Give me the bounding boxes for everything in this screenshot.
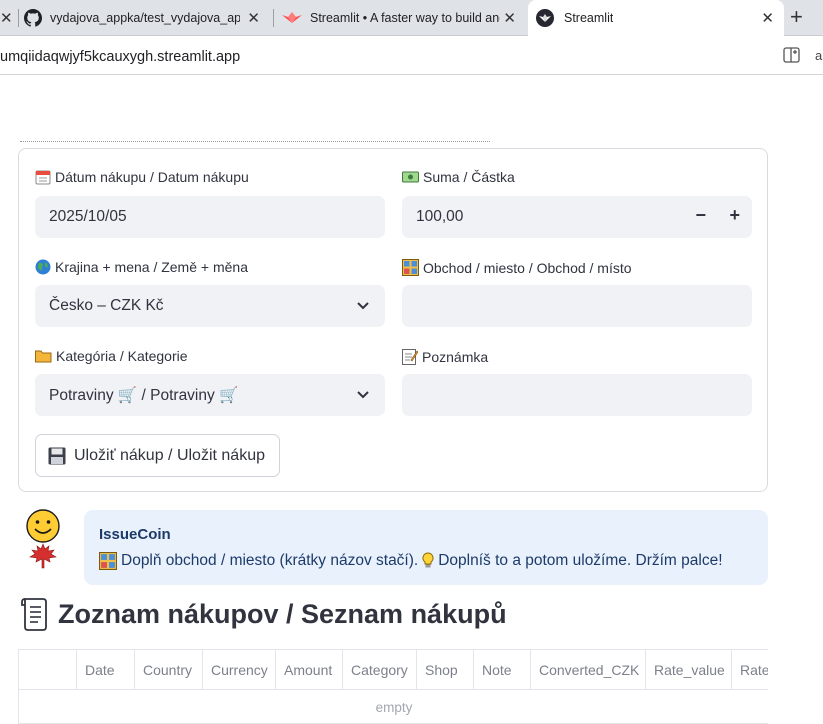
chevron-down-icon[interactable]	[355, 386, 371, 402]
table-index-header	[19, 650, 77, 690]
tab-close-button[interactable]: ✕	[0, 9, 13, 27]
chevron-down-icon[interactable]	[355, 297, 371, 313]
column-header-date[interactable]: Date	[77, 650, 135, 690]
date-value: 2025/10/05	[49, 208, 127, 225]
shop-input[interactable]	[402, 285, 752, 327]
shop-icon	[402, 259, 419, 276]
shop-icon	[99, 552, 117, 570]
category-value: Potraviny 🛒 / Potraviny 🛒	[49, 386, 239, 404]
folder-icon	[35, 350, 52, 363]
column-header-shop[interactable]: Shop	[417, 650, 474, 690]
decrement-button[interactable]: −	[695, 205, 706, 226]
table-empty-state: empty	[375, 700, 413, 715]
read-aloud-icon[interactable]: a	[815, 48, 822, 63]
column-header-label: Date	[85, 662, 115, 678]
close-icon[interactable]: ✕	[247, 9, 260, 27]
column-header-label: Rate	[740, 662, 768, 678]
note-label-text: Poznámka	[422, 348, 489, 365]
country-label: Krajina + mena / Země + měna	[35, 259, 248, 275]
column-header-country[interactable]: Country	[135, 650, 203, 690]
streamlit-icon	[282, 12, 302, 23]
column-header-label: Rate_value	[654, 662, 725, 678]
date-label: Dátum nákupu / Datum nákupu	[35, 169, 249, 185]
column-header-label: Amount	[284, 662, 333, 678]
tab-streamlit-home[interactable]: Streamlit • A faster way to build and sh…	[278, 0, 524, 36]
tab-title: Streamlit • A faster way to build and sh…	[310, 11, 500, 25]
country-value: Česko – CZK Kč	[49, 297, 164, 314]
github-icon	[24, 9, 42, 27]
chat-message-text: Doplň obchod / miesto (krátky názov stač…	[99, 552, 723, 570]
new-tab-button[interactable]: +	[790, 4, 803, 30]
split-view-icon[interactable]	[783, 47, 800, 63]
shop-label-text: Obchod / miesto / Obchod / místo	[423, 259, 632, 276]
tab-title: vydajova_appka/test_vydajova_appka	[50, 11, 240, 25]
globe-icon	[35, 259, 51, 275]
shop-label: Obchod / miesto / Obchod / místo	[402, 259, 632, 276]
column-header-currency[interactable]: Currency	[203, 650, 276, 690]
note-label: Poznámka	[402, 348, 488, 365]
tab-separator	[273, 9, 274, 27]
floppy-disk-icon	[48, 447, 66, 464]
table-header: Date Country Currency Amount Category Sh…	[19, 650, 768, 690]
close-icon[interactable]: ✕	[761, 9, 774, 27]
clipped-text-line	[20, 138, 500, 144]
chat-message: IssueCoin Doplň obchod / miesto (krátky …	[84, 510, 768, 585]
streamlit-page: Dátum nákupu / Datum nákupu 2025/10/05 S…	[0, 76, 823, 724]
date-input[interactable]: 2025/10/05	[35, 196, 385, 238]
chat-message-part2: Doplníš to a potom uložíme. Držím palce!	[438, 552, 723, 569]
calendar-icon	[35, 170, 51, 185]
streamlit-icon	[536, 9, 554, 27]
category-label: Kategória / Kategorie	[35, 348, 188, 364]
save-purchase-button[interactable]: Uložiť nákup / Uložit nákup	[35, 434, 280, 477]
smiley-maple-avatar-icon	[26, 509, 60, 569]
tab-github[interactable]: vydajova_appka/test_vydajova_appka ✕	[22, 0, 268, 36]
column-header-amount[interactable]: Amount	[276, 650, 343, 690]
column-header-category[interactable]: Category	[343, 650, 417, 690]
chat-message-part1: Doplň obchod / miesto (krátky názov stač…	[121, 552, 419, 569]
amount-label-text: Suma / Částka	[423, 169, 515, 185]
tab-title: Streamlit	[564, 11, 614, 25]
tab-separator	[18, 9, 19, 27]
country-label-text: Krajina + mena / Země + měna	[55, 259, 248, 275]
purchase-form: Dátum nákupu / Datum nákupu 2025/10/05 S…	[18, 148, 768, 492]
amount-label: Suma / Částka	[402, 169, 515, 185]
light-bulb-icon	[422, 552, 434, 568]
column-header-rate-value[interactable]: Rate_value	[646, 650, 732, 690]
chat-sender-name: IssueCoin	[99, 526, 171, 543]
amount-value: 100,00	[416, 208, 464, 225]
url-text[interactable]: umqiidaqwjyf5kcauxygh.streamlit.app	[0, 49, 240, 65]
date-label-text: Dátum nákupu / Datum nákupu	[55, 169, 249, 185]
column-header-label: Converted_CZK	[539, 662, 640, 678]
note-input[interactable]	[402, 374, 752, 416]
amount-input[interactable]: 100,00 − +	[402, 196, 752, 238]
column-header-label: Shop	[425, 662, 458, 678]
browser-tabbar: ✕ vydajova_appka/test_vydajova_appka ✕ S…	[0, 0, 823, 36]
column-header-rate[interactable]: Rate	[732, 650, 768, 690]
scroll-icon	[21, 598, 47, 631]
purchase-list-heading: Zoznam nákupov / Seznam nákupů	[20, 597, 507, 631]
column-header-note[interactable]: Note	[474, 650, 531, 690]
address-bar[interactable]: umqiidaqwjyf5kcauxygh.streamlit.app a	[0, 37, 823, 75]
tab-streamlit-active[interactable]: Streamlit ✕	[528, 0, 784, 36]
memo-icon	[402, 349, 418, 365]
category-label-text: Kategória / Kategorie	[56, 348, 188, 364]
close-icon[interactable]: ✕	[503, 9, 516, 27]
column-header-converted-czk[interactable]: Converted_CZK	[531, 650, 646, 690]
save-button-label: Uložiť nákup / Uložit nákup	[74, 446, 265, 464]
heading-text: Zoznam nákupov / Seznam nákupů	[58, 598, 507, 629]
money-icon	[402, 171, 419, 183]
column-header-label: Country	[143, 662, 193, 678]
column-header-label: Note	[482, 662, 512, 678]
increment-button[interactable]: +	[729, 205, 740, 226]
column-header-label: Category	[351, 662, 408, 678]
column-header-label: Currency	[211, 662, 268, 678]
purchase-table[interactable]: Date Country Currency Amount Category Sh…	[18, 649, 768, 724]
country-select[interactable]: Česko – CZK Kč	[35, 285, 385, 327]
category-select[interactable]: Potraviny 🛒 / Potraviny 🛒	[35, 374, 385, 416]
